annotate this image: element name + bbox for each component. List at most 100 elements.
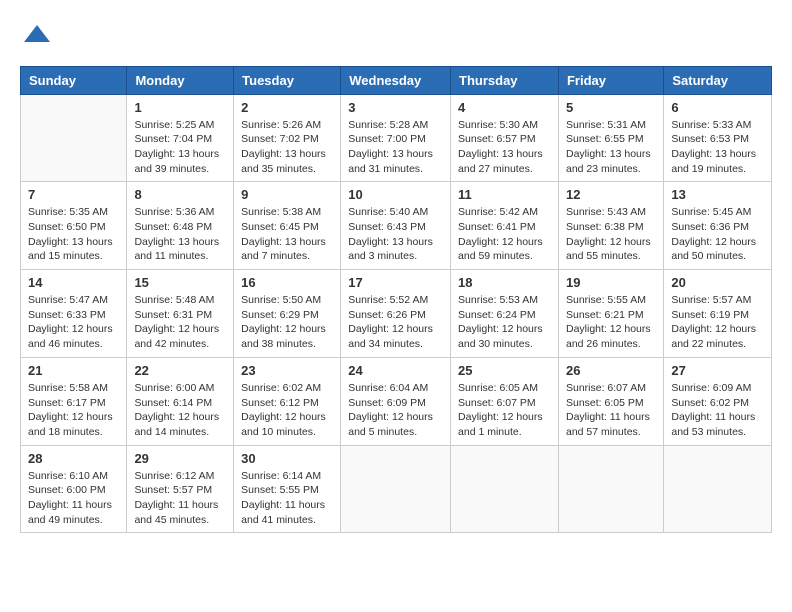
calendar-cell: 13 Sunrise: 5:45 AMSunset: 6:36 PMDayligh… [664,182,772,270]
day-number: 21 [28,363,119,378]
calendar-cell: 17 Sunrise: 5:52 AMSunset: 6:26 PMDayligh… [341,270,451,358]
day-info: Sunrise: 5:30 AMSunset: 6:57 PMDaylight:… [458,118,551,177]
column-header-sunday: Sunday [21,66,127,94]
day-number: 2 [241,100,333,115]
day-number: 27 [671,363,764,378]
calendar-cell: 30 Sunrise: 6:14 AMSunset: 5:55 PMDayligh… [234,445,341,533]
calendar-cell [341,445,451,533]
calendar-cell: 4 Sunrise: 5:30 AMSunset: 6:57 PMDaylight… [451,94,559,182]
calendar-cell: 5 Sunrise: 5:31 AMSunset: 6:55 PMDaylight… [558,94,663,182]
calendar-cell [664,445,772,533]
calendar-cell: 28 Sunrise: 6:10 AMSunset: 6:00 PMDayligh… [21,445,127,533]
day-info: Sunrise: 6:10 AMSunset: 6:00 PMDaylight:… [28,469,119,528]
day-number: 22 [134,363,226,378]
day-info: Sunrise: 5:31 AMSunset: 6:55 PMDaylight:… [566,118,656,177]
day-info: Sunrise: 5:36 AMSunset: 6:48 PMDaylight:… [134,205,226,264]
calendar-cell: 10 Sunrise: 5:40 AMSunset: 6:43 PMDayligh… [341,182,451,270]
day-number: 7 [28,187,119,202]
day-info: Sunrise: 6:05 AMSunset: 6:07 PMDaylight:… [458,381,551,440]
day-number: 28 [28,451,119,466]
calendar-cell [451,445,559,533]
day-number: 12 [566,187,656,202]
calendar-cell: 3 Sunrise: 5:28 AMSunset: 7:00 PMDaylight… [341,94,451,182]
calendar-cell: 23 Sunrise: 6:02 AMSunset: 6:12 PMDayligh… [234,357,341,445]
day-number: 13 [671,187,764,202]
day-number: 4 [458,100,551,115]
day-info: Sunrise: 5:45 AMSunset: 6:36 PMDaylight:… [671,205,764,264]
calendar-cell: 11Sunrise: 5:42 AMSunset: 6:41 PMDayligh… [451,182,559,270]
day-number: 26 [566,363,656,378]
page-header [20,20,772,56]
day-number: 5 [566,100,656,115]
calendar-cell: 14Sunrise: 5:47 AMSunset: 6:33 PMDayligh… [21,270,127,358]
column-header-saturday: Saturday [664,66,772,94]
day-number: 3 [348,100,443,115]
day-number: 15 [134,275,226,290]
day-number: 14 [28,275,119,290]
calendar-cell [558,445,663,533]
logo [20,20,52,56]
day-number: 6 [671,100,764,115]
day-info: Sunrise: 6:04 AMSunset: 6:09 PMDaylight:… [348,381,443,440]
day-info: Sunrise: 5:57 AMSunset: 6:19 PMDaylight:… [671,293,764,352]
day-number: 1 [134,100,226,115]
day-info: Sunrise: 5:40 AMSunset: 6:43 PMDaylight:… [348,205,443,264]
column-header-wednesday: Wednesday [341,66,451,94]
day-number: 18 [458,275,551,290]
day-info: Sunrise: 5:58 AMSunset: 6:17 PMDaylight:… [28,381,119,440]
day-info: Sunrise: 5:25 AMSunset: 7:04 PMDaylight:… [134,118,226,177]
calendar-cell: 18 Sunrise: 5:53 AMSunset: 6:24 PMDayligh… [451,270,559,358]
day-info: Sunrise: 5:55 AMSunset: 6:21 PMDaylight:… [566,293,656,352]
day-number: 23 [241,363,333,378]
day-info: Sunrise: 5:38 AMSunset: 6:45 PMDaylight:… [241,205,333,264]
day-info: Sunrise: 6:09 AMSunset: 6:02 PMDaylight:… [671,381,764,440]
calendar-cell: 12 Sunrise: 5:43 AMSunset: 6:38 PMDayligh… [558,182,663,270]
day-info: Sunrise: 6:02 AMSunset: 6:12 PMDaylight:… [241,381,333,440]
calendar-cell: 24Sunrise: 6:04 AMSunset: 6:09 PMDayligh… [341,357,451,445]
day-number: 30 [241,451,333,466]
calendar-cell: 6Sunrise: 5:33 AMSunset: 6:53 PMDaylight… [664,94,772,182]
calendar-cell: 15 Sunrise: 5:48 AMSunset: 6:31 PMDayligh… [127,270,234,358]
calendar-cell: 29Sunrise: 6:12 AMSunset: 5:57 PMDayligh… [127,445,234,533]
logo-icon [22,20,52,50]
calendar-cell: 8 Sunrise: 5:36 AMSunset: 6:48 PMDaylight… [127,182,234,270]
day-info: Sunrise: 6:00 AMSunset: 6:14 PMDaylight:… [134,381,226,440]
calendar-cell: 26 Sunrise: 6:07 AMSunset: 6:05 PMDayligh… [558,357,663,445]
day-info: Sunrise: 5:28 AMSunset: 7:00 PMDaylight:… [348,118,443,177]
day-number: 25 [458,363,551,378]
calendar-cell: 27 Sunrise: 6:09 AMSunset: 6:02 PMDayligh… [664,357,772,445]
day-info: Sunrise: 5:53 AMSunset: 6:24 PMDaylight:… [458,293,551,352]
calendar-cell [21,94,127,182]
calendar-header-row: SundayMondayTuesdayWednesdayThursdayFrid… [21,66,772,94]
day-number: 20 [671,275,764,290]
calendar-cell: 25 Sunrise: 6:05 AMSunset: 6:07 PMDayligh… [451,357,559,445]
column-header-thursday: Thursday [451,66,559,94]
calendar-cell: 16Sunrise: 5:50 AMSunset: 6:29 PMDayligh… [234,270,341,358]
day-number: 19 [566,275,656,290]
day-number: 9 [241,187,333,202]
day-info: Sunrise: 5:43 AMSunset: 6:38 PMDaylight:… [566,205,656,264]
day-info: Sunrise: 5:26 AMSunset: 7:02 PMDaylight:… [241,118,333,177]
day-number: 16 [241,275,333,290]
calendar-table: SundayMondayTuesdayWednesdayThursdayFrid… [20,66,772,534]
day-number: 29 [134,451,226,466]
calendar-week-row: 14Sunrise: 5:47 AMSunset: 6:33 PMDayligh… [21,270,772,358]
calendar-cell: 1 Sunrise: 5:25 AMSunset: 7:04 PMDaylight… [127,94,234,182]
calendar-cell: 22 Sunrise: 6:00 AMSunset: 6:14 PMDayligh… [127,357,234,445]
day-number: 17 [348,275,443,290]
column-header-monday: Monday [127,66,234,94]
day-number: 11 [458,187,551,202]
calendar-cell: 20 Sunrise: 5:57 AMSunset: 6:19 PMDayligh… [664,270,772,358]
day-info: Sunrise: 6:07 AMSunset: 6:05 PMDaylight:… [566,381,656,440]
calendar-week-row: 1 Sunrise: 5:25 AMSunset: 7:04 PMDaylight… [21,94,772,182]
day-info: Sunrise: 6:14 AMSunset: 5:55 PMDaylight:… [241,469,333,528]
day-number: 10 [348,187,443,202]
calendar-cell: 2 Sunrise: 5:26 AMSunset: 7:02 PMDaylight… [234,94,341,182]
calendar-cell: 9 Sunrise: 5:38 AMSunset: 6:45 PMDaylight… [234,182,341,270]
day-number: 8 [134,187,226,202]
calendar-week-row: 21 Sunrise: 5:58 AMSunset: 6:17 PMDayligh… [21,357,772,445]
day-info: Sunrise: 5:52 AMSunset: 6:26 PMDaylight:… [348,293,443,352]
calendar-cell: 21 Sunrise: 5:58 AMSunset: 6:17 PMDayligh… [21,357,127,445]
calendar-week-row: 28 Sunrise: 6:10 AMSunset: 6:00 PMDayligh… [21,445,772,533]
day-info: Sunrise: 5:48 AMSunset: 6:31 PMDaylight:… [134,293,226,352]
